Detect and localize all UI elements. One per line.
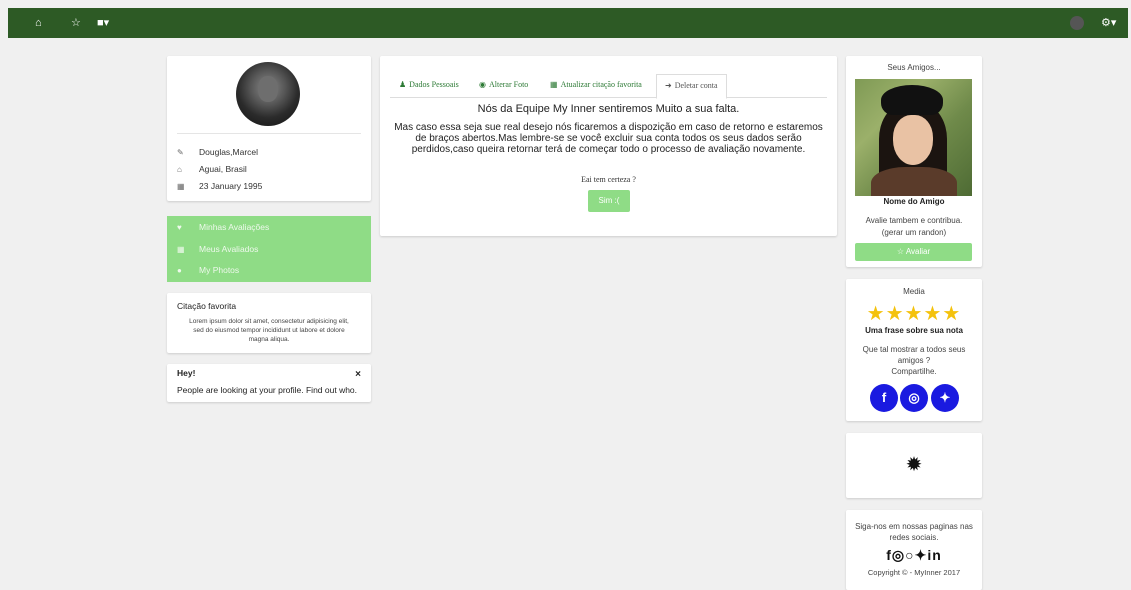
divider [177,133,361,134]
sign-out-icon: ➜ [665,81,672,90]
alert-text: People are looking at your profile. Find… [177,385,358,395]
profile-name: Douglas,Marcel [199,147,259,157]
top-navbar: ⌂ ☆ ■▾ ⚙▾ [8,8,1128,38]
copyright: Copyright © - MyInner 2017 [867,568,961,577]
friend-name: Nome do Amigo [883,197,945,206]
linkedin-icon[interactable]: in [927,547,941,563]
home-icon: ⌂ [177,165,182,174]
users-icon: ● [177,266,182,275]
star-icon[interactable]: ☆ [71,16,81,30]
tab-atualizar-citacao[interactable]: ▦ Atualizar citação favorita [550,80,642,89]
menu-item-photos[interactable]: ● My Photos [177,265,239,275]
rating-stars: ★★★★★ [866,303,962,325]
user-icon: ♟ [399,80,407,89]
follow-text-1: Siga-nos em nossas paginas nas [855,522,973,531]
tab-label: Deletar conta [674,81,718,90]
quote-card: Citação favorita Lorem ipsum dolor sit a… [167,293,371,353]
follow-card: Siga-nos em nossas paginas nas redes soc… [846,510,982,590]
side-menu: ♥ Minhas Avaliações ▦ Meus Avaliados ● My P… [167,216,371,282]
instagram-icon[interactable]: ◎ [900,384,928,412]
friends-card: Seus Amigos... Nome do Amigo Avalie tamb… [846,56,982,267]
confirm-delete-button[interactable]: Sim :( [588,190,630,212]
menu-item-avaliados[interactable]: ▦ Meus Avaliados [177,244,258,254]
rate-friend-button[interactable]: ☆ Avaliar [855,243,972,261]
twitter-icon[interactable]: ✦ [931,384,959,412]
tab-alterar-foto[interactable]: ◉ Alterar Foto [479,80,528,89]
tab-dados-pessoais[interactable]: ♟ Dados Pessoais [399,80,459,89]
rating-headline: Uma frase sobre sua nota [865,326,963,335]
tab-bar: ♟ Dados Pessoais ◉ Alterar Foto ▦ Atualizar… [390,74,827,99]
profile-location: Aguai, Brasil [199,164,247,174]
gear-icon[interactable]: ⚙▾ [1101,16,1116,30]
rating-title: Media [903,287,925,296]
tab-label: Alterar Foto [488,80,529,89]
rating-text-2: amigos ? [897,356,931,365]
menu-item-label: Meus Avaliados [199,244,259,254]
social-icons-row: f◎○✦in [846,547,982,564]
file-icon: ▦ [550,80,558,89]
friends-title: Seus Amigos... [887,63,941,72]
quote-title: Citação favorita [177,301,237,311]
profile-location-row: ⌂ Aguai, Brasil [177,164,247,174]
delete-question: Eai tem certeza ? [581,175,636,184]
profile-card: ✎ Douglas,Marcel ⌂ Aguai, Brasil ▦ 23 Janua… [167,56,371,201]
calendar-icon: ▦ [177,182,185,191]
twitter-icon[interactable]: ✦ [915,547,928,563]
friend-photo [855,79,972,196]
menu-item-label: My Photos [199,265,240,275]
settings-card: ♟ Dados Pessoais ◉ Alterar Foto ▦ Atualizar… [380,56,837,236]
menu-item-label: Minhas Avaliações [199,222,270,232]
profile-birthday: 23 January 1995 [199,181,263,191]
pencil-icon: ✎ [177,148,184,157]
tab-deletar-conta[interactable]: ➜ Deletar conta [656,74,727,99]
tab-label: Dados Pessoais [409,80,459,89]
close-icon[interactable]: × [355,369,361,380]
bell-icon[interactable]: ■▾ [97,16,109,30]
calendar-icon: ▦ [177,245,185,254]
user-avatar[interactable] [1070,16,1084,30]
friend-desc-1: Avalie tambem e contribua. [865,216,963,225]
delete-body: Mas caso essa seja sue real desejo nós f… [394,122,823,155]
camera-icon: ◉ [479,80,486,89]
profile-birthday-row: ▦ 23 January 1995 [177,181,262,191]
thumbs-up-icon: ♥ [177,223,182,232]
alert-title: Hey! [177,368,196,378]
rating-card: Media ★★★★★ Uma frase sobre sua nota Que… [846,279,982,421]
profile-name-row: ✎ Douglas,Marcel [177,147,258,157]
menu-item-avaliacoes[interactable]: ♥ Minhas Avaliações [177,222,269,232]
facebook-icon[interactable]: f [870,384,898,412]
github-icon[interactable]: ○ [905,547,914,563]
quote-text: Lorem ipsum dolor sit amet, consectetur … [189,318,349,343]
alert-card: Hey! × People are looking at your profil… [167,364,371,402]
rating-text-1: Que tal mostrar a todos seus [862,345,966,354]
rating-text-3: Compartilhe. [891,367,937,376]
instagram-icon[interactable]: ◎ [892,547,905,563]
bug-icon[interactable]: ✹ [846,452,982,477]
bug-card: ✹ [846,433,982,498]
tab-label: Atualizar citação favorita [560,80,642,89]
home-icon[interactable]: ⌂ [35,16,42,30]
follow-text-2: redes sociais. [889,533,939,542]
delete-heading: Nós da Equipe My Inner sentiremos Muito … [477,103,740,115]
profile-avatar [236,62,300,126]
friend-desc-2: (gerar um randon) [881,228,947,237]
